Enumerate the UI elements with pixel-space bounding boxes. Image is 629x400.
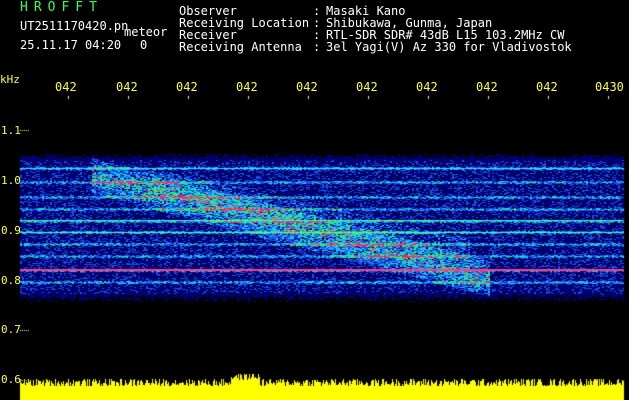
time-tick: 042 [55, 80, 77, 94]
antenna-label: Receiving Antenna [179, 40, 302, 54]
date-time: 25.11.17 04:20 [20, 38, 122, 52]
hrofft-window: HROFFT UT2511170420.pn meteor 25.11.17 0… [0, 0, 629, 400]
time-tick: 042 [116, 80, 138, 94]
time-tick: 042 [236, 80, 258, 94]
freq-tick: 0.9 [1, 224, 21, 237]
time-tick: 042 [176, 80, 198, 94]
spectrogram [0, 0, 629, 400]
time-tick: 042 [356, 80, 378, 94]
freq-tick: 0.6 [1, 373, 21, 386]
unit-label: kHz [0, 73, 20, 86]
freq-tick: 1.1 [1, 124, 21, 137]
time-tick: 042 [416, 80, 438, 94]
time-tick: 042 [536, 80, 558, 94]
time-tick: 042 [296, 80, 318, 94]
time-tick: 042 [476, 80, 498, 94]
freq-tick: 1.0 [1, 174, 21, 187]
meteor-label: meteor [124, 25, 168, 39]
antenna-sep: : [313, 40, 321, 54]
file-name: UT2511170420.pn [20, 19, 129, 33]
app-title: HROFFT [20, 0, 103, 15]
antenna-value: 3el Yagi(V) Az 330 for Vladivostok [326, 40, 572, 54]
freq-tick: 0.8 [1, 274, 21, 287]
time-tick: 0430 [595, 80, 624, 94]
meteor-count: 0 [140, 38, 148, 52]
freq-tick: 0.7 [1, 323, 21, 336]
